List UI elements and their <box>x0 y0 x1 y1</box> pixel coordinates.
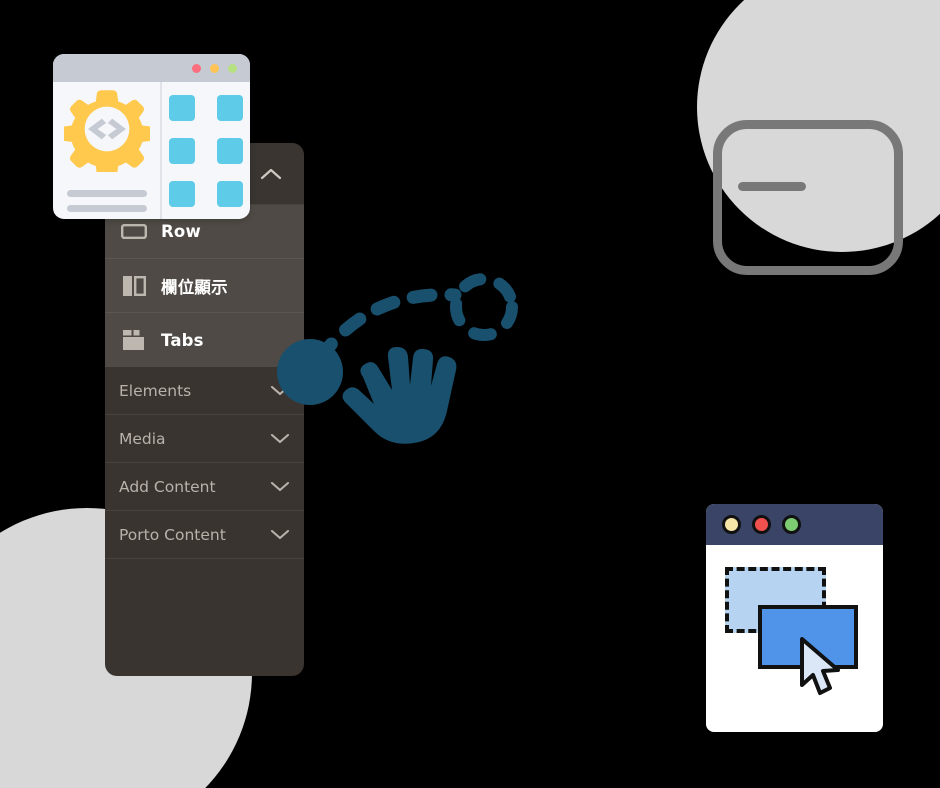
menu-section-label: Elements <box>119 381 192 400</box>
chevron-down-icon[interactable] <box>270 433 290 444</box>
chevron-down-icon[interactable] <box>270 385 290 396</box>
decorative-bar-line <box>738 182 806 191</box>
text-line <box>66 189 147 197</box>
dashed-drag-path <box>313 288 462 365</box>
chevron-down-icon[interactable] <box>270 481 290 492</box>
menu-section-add-content[interactable]: Add Content <box>105 463 304 511</box>
menu-section-label: Media <box>119 429 166 448</box>
menu-section-porto-content[interactable]: Porto Content <box>105 511 304 559</box>
menu-section-media[interactable]: Media <box>105 415 304 463</box>
minimize-dot <box>722 515 741 534</box>
window-title-bar <box>706 504 883 545</box>
menu-layout-group: Row 欄位顯示 Tabs <box>105 205 304 367</box>
menu-empty-area <box>105 559 304 643</box>
maximize-dot <box>782 515 801 534</box>
close-dot <box>192 63 201 73</box>
tabs-layout-icon <box>119 329 149 351</box>
window-title-bar <box>53 54 250 82</box>
grid-tile <box>169 94 195 121</box>
grid-tile <box>169 137 195 164</box>
window-body <box>706 545 883 732</box>
window-tile-grid <box>162 82 250 219</box>
menu-sections: Elements Media Add Content Porto Content <box>105 367 304 643</box>
window-left-pane <box>53 82 162 219</box>
menu-item-label: Row <box>161 222 201 241</box>
arrow-cursor-icon <box>800 637 840 695</box>
dashed-drop-circle <box>450 273 518 341</box>
grid-tile <box>217 94 243 121</box>
decorative-rounded-rect-outline <box>713 120 903 275</box>
hand-drag-cursor-icon <box>342 347 457 444</box>
canvas: Row 欄位顯示 Tabs Elements Media Add Content… <box>0 0 940 788</box>
page-builder-menu-panel: Row 欄位顯示 Tabs Elements Media Add Content… <box>105 143 304 676</box>
menu-item-label: Tabs <box>161 330 204 350</box>
chevron-up-icon[interactable] <box>260 168 282 180</box>
close-dot <box>752 515 771 534</box>
text-line <box>66 204 147 212</box>
columns-layout-icon <box>119 275 149 297</box>
window-body <box>53 82 250 219</box>
menu-section-elements[interactable]: Elements <box>105 367 304 415</box>
menu-item-columns[interactable]: 欄位顯示 <box>105 259 304 313</box>
code-settings-browser-window <box>53 54 250 219</box>
grid-tile <box>217 137 243 164</box>
drag-and-drop-browser-window <box>706 504 883 732</box>
chevron-down-icon[interactable] <box>270 529 290 540</box>
menu-item-label: 欄位顯示 <box>161 277 228 297</box>
gear-code-icon <box>63 89 150 172</box>
menu-item-tabs[interactable]: Tabs <box>105 313 304 367</box>
grid-tile <box>169 180 195 207</box>
grid-tile <box>217 180 243 207</box>
maximize-dot <box>228 63 237 73</box>
minimize-dot <box>210 63 219 73</box>
menu-section-label: Porto Content <box>119 525 226 544</box>
row-layout-icon <box>119 221 149 243</box>
menu-section-label: Add Content <box>119 477 216 496</box>
